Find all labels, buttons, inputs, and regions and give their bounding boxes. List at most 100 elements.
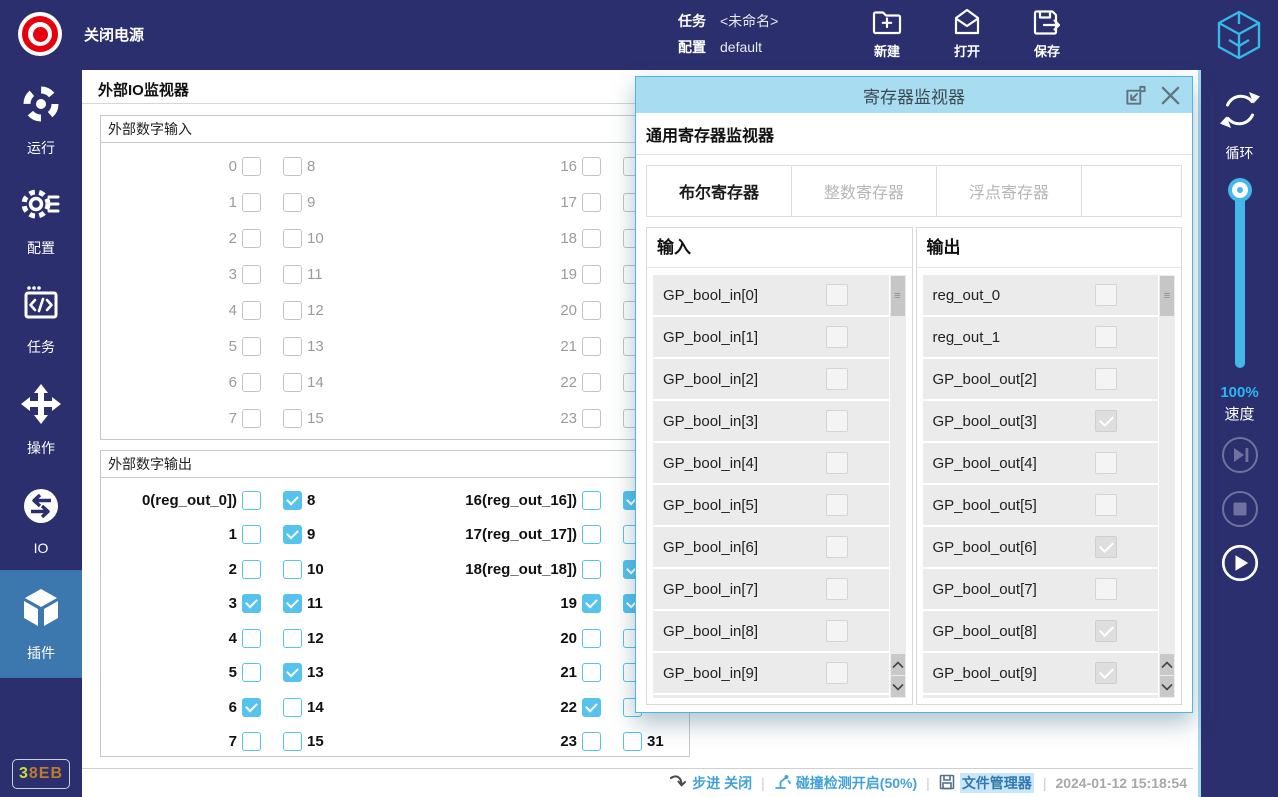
io-checkbox-8[interactable]	[283, 491, 302, 510]
register-checkbox[interactable]	[826, 536, 848, 558]
speed-slider-thumb[interactable]	[1232, 182, 1248, 198]
sidebar-item-run[interactable]: 运行	[0, 70, 82, 170]
io-checkbox-23[interactable]	[582, 409, 601, 428]
register-checkbox[interactable]	[1095, 620, 1117, 642]
io-checkbox-3[interactable]	[242, 594, 261, 613]
io-checkbox-8[interactable]	[283, 157, 302, 176]
io-checkbox-20[interactable]	[582, 301, 601, 320]
power-button[interactable]	[18, 12, 62, 56]
register-checkbox[interactable]	[1095, 662, 1117, 684]
new-button[interactable]: 新建	[870, 6, 904, 60]
io-checkbox-20[interactable]	[582, 629, 601, 648]
loop-mode-button[interactable]: 循环	[1201, 88, 1278, 163]
register-checkbox[interactable]	[826, 662, 848, 684]
register-checkbox[interactable]	[826, 452, 848, 474]
io-checkbox-22[interactable]	[582, 373, 601, 392]
close-icon[interactable]	[1159, 84, 1182, 107]
scroll-up-button[interactable]	[1160, 654, 1174, 675]
io-checkbox-18(reg_out_18])[interactable]	[582, 560, 601, 579]
scrollbar-thumb[interactable]: ≡	[891, 276, 905, 316]
io-checkbox-11[interactable]	[283, 265, 302, 284]
step-next-button[interactable]	[1221, 436, 1259, 474]
register-checkbox[interactable]	[1095, 284, 1117, 306]
popout-resize-icon[interactable]	[1124, 84, 1147, 107]
scrollbar-thumb[interactable]: ≡	[1160, 276, 1174, 316]
io-checkbox-17[interactable]	[582, 193, 601, 212]
io-checkbox-10[interactable]	[283, 560, 302, 579]
io-checkbox-2[interactable]	[242, 229, 261, 248]
file-manager-button[interactable]: 文件管理器	[939, 773, 1034, 793]
io-checkbox-31[interactable]	[623, 732, 642, 751]
register-checkbox[interactable]	[1095, 578, 1117, 600]
open-button[interactable]: 打开	[950, 6, 984, 60]
play-button[interactable]	[1221, 544, 1259, 582]
io-checkbox-21[interactable]	[582, 337, 601, 356]
sidebar-item-plugin[interactable]: 插件	[0, 570, 82, 678]
io-checkbox-13[interactable]	[283, 663, 302, 682]
register-checkbox[interactable]	[826, 284, 848, 306]
io-checkbox-11[interactable]	[283, 594, 302, 613]
io-checkbox-19[interactable]	[582, 594, 601, 613]
io-checkbox-2[interactable]	[242, 560, 261, 579]
io-checkbox-4[interactable]	[242, 629, 261, 648]
register-checkbox[interactable]	[1095, 494, 1117, 516]
register-checkbox[interactable]	[1095, 326, 1117, 348]
save-button[interactable]: 保存	[1030, 6, 1064, 60]
speed-slider-track[interactable]	[1235, 188, 1245, 368]
io-checkbox-5[interactable]	[242, 663, 261, 682]
io-checkbox-21[interactable]	[582, 663, 601, 682]
register-checkbox[interactable]	[1095, 536, 1117, 558]
register-checkbox[interactable]	[826, 494, 848, 516]
sidebar-item-operate[interactable]: 操作	[0, 370, 82, 470]
sidebar-item-task[interactable]: 任务	[0, 270, 82, 370]
step-mode-status[interactable]: 步进 关闭	[669, 773, 752, 793]
register-checkbox[interactable]	[826, 326, 848, 348]
io-checkbox-15[interactable]	[283, 409, 302, 428]
io-checkbox-17(reg_out_17])[interactable]	[582, 525, 601, 544]
io-checkbox-5[interactable]	[242, 337, 261, 356]
register-checkbox[interactable]	[1095, 452, 1117, 474]
io-checkbox-18[interactable]	[582, 229, 601, 248]
io-checkbox-16(reg_out_16])[interactable]	[582, 491, 601, 510]
register-checkbox[interactable]	[826, 620, 848, 642]
scrollbar[interactable]: ≡	[1158, 275, 1175, 698]
io-checkbox-15[interactable]	[283, 732, 302, 751]
sidebar-item-io[interactable]: IO	[0, 470, 82, 570]
io-checkbox-6[interactable]	[242, 698, 261, 717]
io-checkbox-3[interactable]	[242, 265, 261, 284]
register-checkbox[interactable]	[826, 368, 848, 390]
io-checkbox-13[interactable]	[283, 337, 302, 356]
io-checkbox-1[interactable]	[242, 525, 261, 544]
register-checkbox[interactable]	[826, 578, 848, 600]
scroll-down-button[interactable]	[1160, 676, 1174, 697]
io-checkbox-14[interactable]	[283, 373, 302, 392]
io-checkbox-6[interactable]	[242, 373, 261, 392]
io-checkbox-12[interactable]	[283, 301, 302, 320]
tab-int-register[interactable]: 整数寄存器	[792, 166, 937, 216]
io-checkbox-22[interactable]	[582, 698, 601, 717]
sidebar-item-config[interactable]: 配置	[0, 170, 82, 270]
io-checkbox-7[interactable]	[242, 732, 261, 751]
io-checkbox-9[interactable]	[283, 193, 302, 212]
register-checkbox[interactable]	[1095, 368, 1117, 390]
collision-detect-status[interactable]: 碰撞检测开启(50%)	[774, 773, 917, 793]
io-checkbox-23[interactable]	[582, 732, 601, 751]
io-checkbox-14[interactable]	[283, 698, 302, 717]
stop-button[interactable]	[1221, 490, 1259, 528]
io-checkbox-12[interactable]	[283, 629, 302, 648]
scroll-up-button[interactable]	[891, 654, 905, 675]
scroll-down-button[interactable]	[891, 676, 905, 697]
io-checkbox-10[interactable]	[283, 229, 302, 248]
register-checkbox[interactable]	[1095, 410, 1117, 432]
io-checkbox-4[interactable]	[242, 301, 261, 320]
scrollbar[interactable]: ≡	[889, 275, 906, 698]
io-checkbox-19[interactable]	[582, 265, 601, 284]
tab-bool-register[interactable]: 布尔寄存器	[647, 166, 792, 216]
io-checkbox-16[interactable]	[582, 157, 601, 176]
register-checkbox[interactable]	[826, 410, 848, 432]
io-checkbox-0(reg_out_0])[interactable]	[242, 491, 261, 510]
io-checkbox-9[interactable]	[283, 525, 302, 544]
io-checkbox-0[interactable]	[242, 157, 261, 176]
io-checkbox-7[interactable]	[242, 409, 261, 428]
io-checkbox-1[interactable]	[242, 193, 261, 212]
